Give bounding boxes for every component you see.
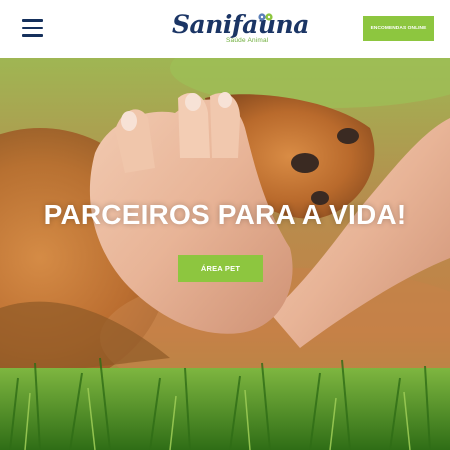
hero-background-image (0, 58, 450, 450)
page: Sanifauna Saúde Animal ENCOMENDAS ONLINE (0, 0, 450, 450)
pet-area-button[interactable]: ÁREA PET (178, 255, 263, 282)
site-logo[interactable]: Sanifauna Saúde Animal (172, 10, 309, 48)
hamburger-line (22, 34, 43, 37)
site-header: Sanifauna Saúde Animal ENCOMENDAS ONLINE (0, 0, 450, 58)
logo-tagline: Saúde Animal (226, 37, 269, 44)
online-orders-button[interactable]: ENCOMENDAS ONLINE (363, 16, 434, 41)
logo-wordmark: Sanifauna (172, 10, 309, 39)
hamburger-menu-icon[interactable] (22, 19, 43, 37)
hero-banner: PARCEIROS PARA A VIDA! ÁREA PET (0, 58, 450, 450)
hero-title: PARCEIROS PARA A VIDA! (43, 198, 407, 230)
logo-paw-badges-icon (258, 13, 273, 21)
hamburger-line (22, 19, 43, 22)
hamburger-line (22, 26, 43, 29)
